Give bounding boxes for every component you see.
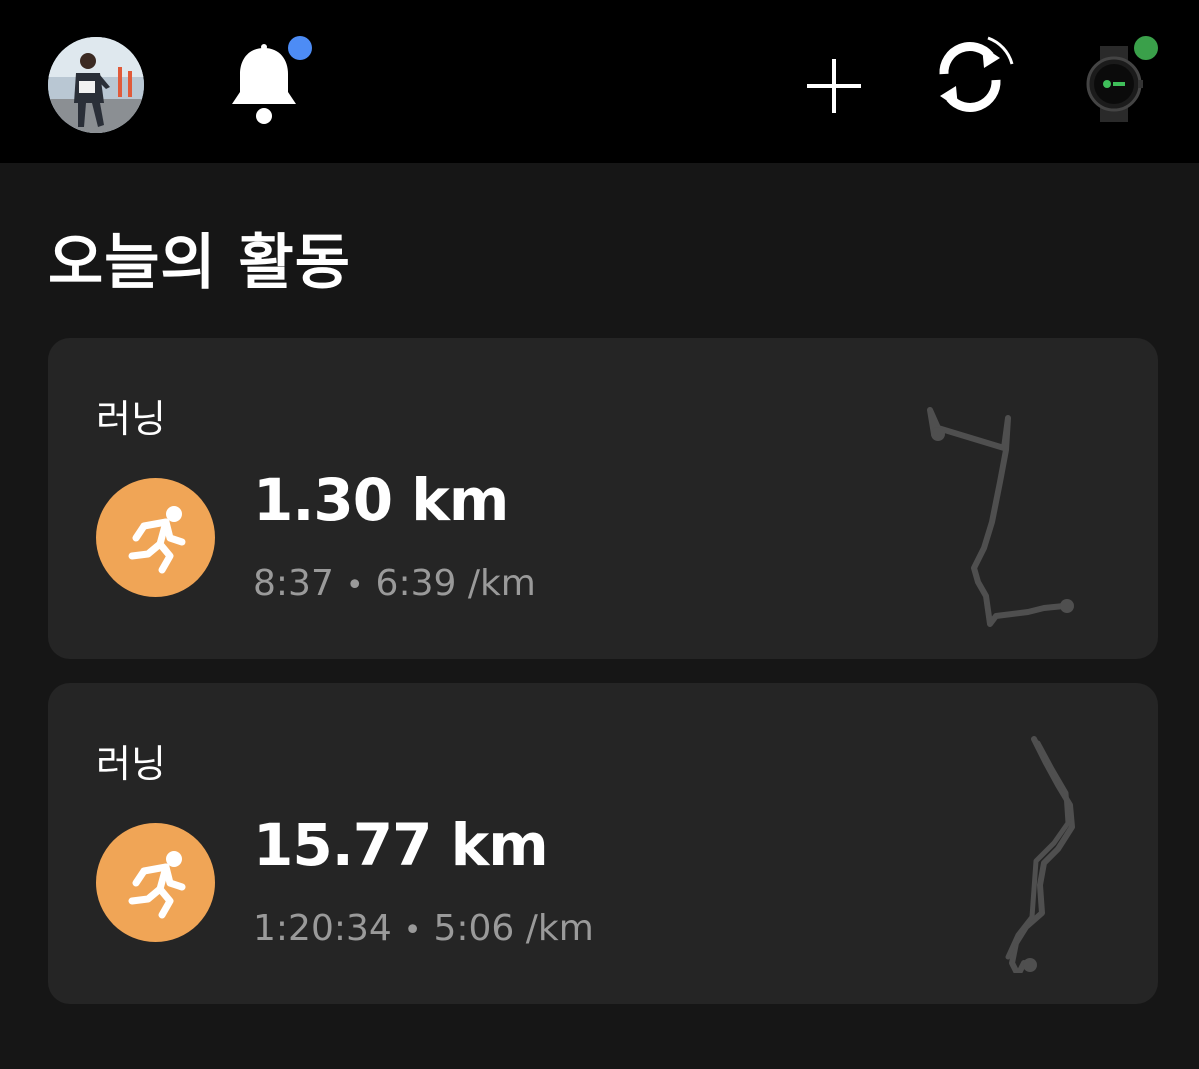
activity-type: 러닝 xyxy=(96,397,166,441)
sync-icon xyxy=(939,36,1014,112)
notification-badge xyxy=(288,36,312,60)
sync-button[interactable] xyxy=(930,34,1016,118)
profile-photo-icon xyxy=(48,37,144,133)
activity-distance: 1.30 km xyxy=(253,466,509,534)
route-map xyxy=(927,407,1074,627)
runner-figure-icon xyxy=(128,506,186,574)
top-bar xyxy=(0,0,1199,163)
device-status-badge xyxy=(1134,36,1158,60)
page-title: 오늘의 활동 xyxy=(48,228,351,298)
route-map xyxy=(1005,736,1075,973)
activity-pace: 5:06 /km xyxy=(433,908,594,949)
activity-type: 러닝 xyxy=(96,742,166,786)
smartwatch-icon xyxy=(1086,46,1143,122)
stats-separator: • xyxy=(403,913,422,948)
activity-card[interactable]: 러닝 1.30 km 8:37 • 6:39 /km xyxy=(48,338,1158,659)
add-button[interactable] xyxy=(805,57,863,115)
notifications-button[interactable] xyxy=(228,36,312,126)
activity-card[interactable]: 러닝 15.77 km 1:20:34 • 5:06 /km xyxy=(48,683,1158,1004)
device-button[interactable] xyxy=(1084,36,1158,122)
runner-figure-icon xyxy=(128,851,186,919)
plus-icon xyxy=(807,59,861,113)
activity-stats: 1:20:34 • 5:06 /km xyxy=(253,908,594,949)
running-icon xyxy=(96,478,215,597)
activity-stats: 8:37 • 6:39 /km xyxy=(253,563,536,604)
activity-duration: 1:20:34 xyxy=(253,908,392,949)
activity-duration: 8:37 xyxy=(253,563,334,604)
avatar[interactable] xyxy=(48,37,144,133)
bell-icon xyxy=(232,44,296,124)
activity-distance: 15.77 km xyxy=(253,811,549,879)
stats-separator: • xyxy=(345,568,364,603)
running-icon xyxy=(96,823,215,942)
activity-pace: 6:39 /km xyxy=(375,563,536,604)
